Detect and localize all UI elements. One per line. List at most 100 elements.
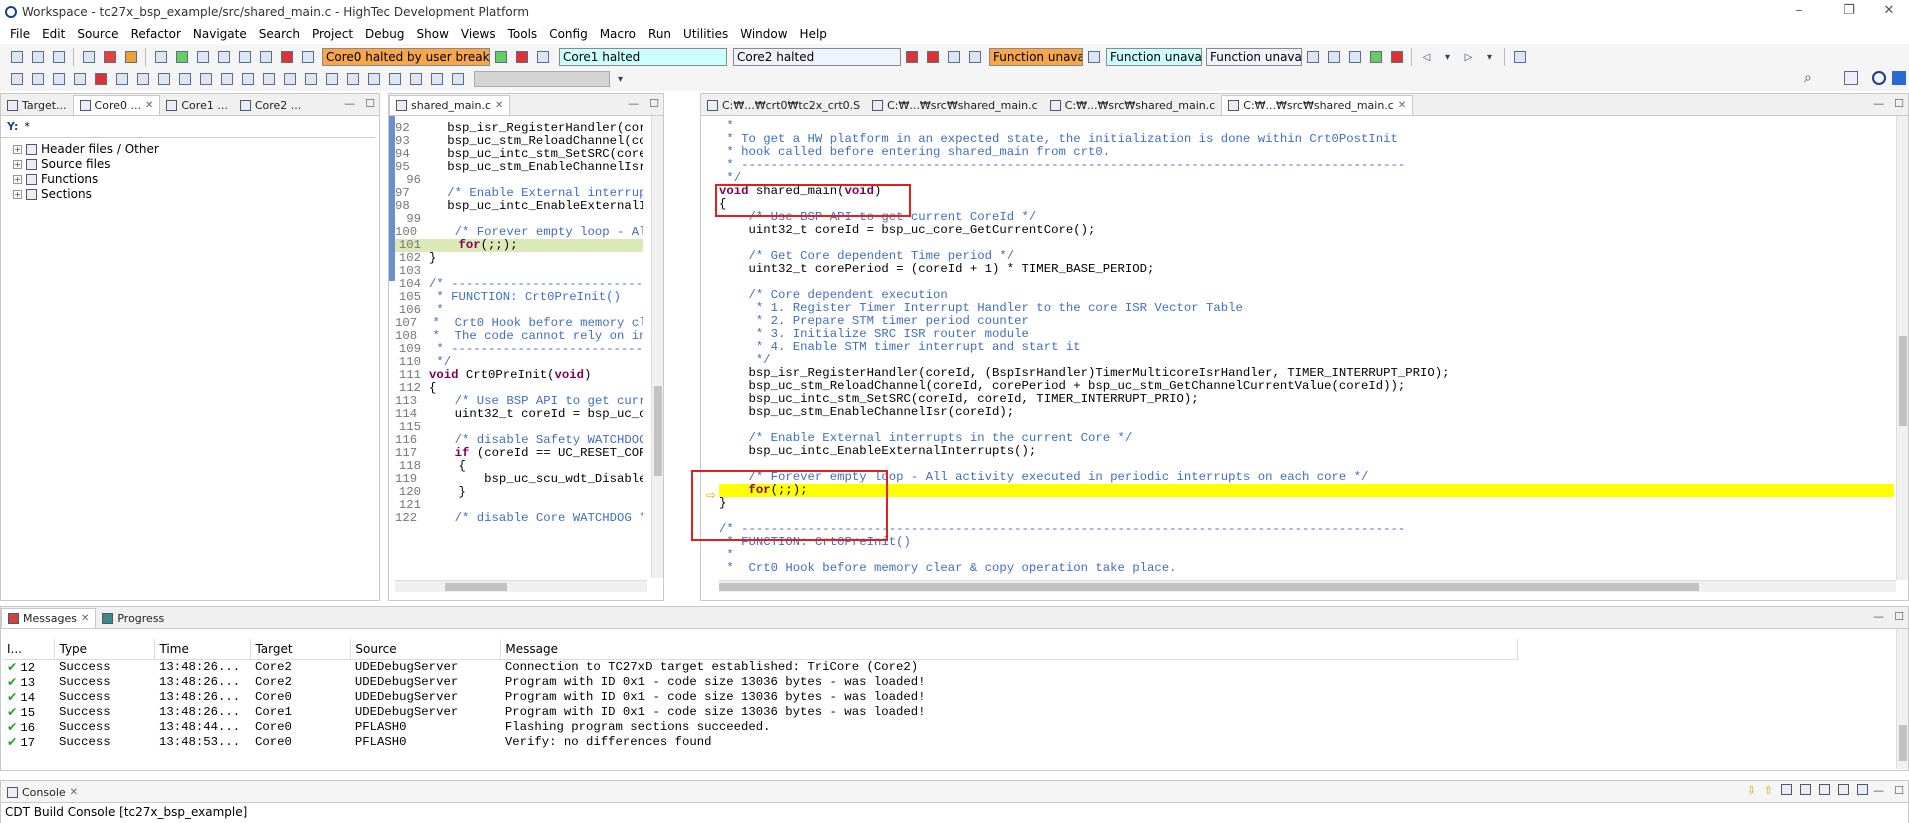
scroll-up-icon[interactable]: ⇧ [1764, 784, 1773, 797]
reset-icon[interactable] [299, 49, 316, 65]
minimize-view-icon[interactable]: — [1873, 784, 1884, 797]
search-icon[interactable]: ⌕ [1804, 70, 1812, 86]
expand-icon[interactable]: + [13, 160, 22, 169]
menu-views[interactable]: Views [455, 24, 502, 44]
expand-icon[interactable]: + [13, 175, 22, 184]
minimize-view-icon[interactable]: — [344, 97, 355, 110]
build-icon[interactable] [80, 49, 97, 65]
tool-icon-5[interactable] [92, 71, 109, 87]
tab-core1[interactable]: Core1 ... [160, 95, 233, 115]
menu-file[interactable]: File [4, 24, 36, 44]
table-row[interactable]: ✔ 17 Success 13:48:53... Core0 PFLASH0 Verify:… [3, 735, 1518, 750]
link-icon[interactable] [1346, 49, 1363, 65]
core2-reset-icon[interactable] [966, 49, 983, 65]
column-header[interactable]: I... [3, 639, 56, 660]
tab-editor-2[interactable]: C:₩...₩src₩shared_main.c [1044, 95, 1222, 115]
connect-icon[interactable] [1367, 49, 1384, 65]
tool-icon-16[interactable] [323, 71, 340, 87]
table-row[interactable]: ✔ 15 Success 13:48:26... Core1 UDEDebugServer… [3, 705, 1518, 720]
save-all-icon[interactable] [50, 49, 67, 65]
menu-refactor[interactable]: Refactor [125, 24, 187, 44]
expand-icon[interactable]: + [13, 145, 22, 154]
resume-icon[interactable] [173, 49, 190, 65]
menu-show[interactable]: Show [411, 24, 455, 44]
tab-messages[interactable]: Messages ✕ [1, 608, 97, 628]
menu-navigate[interactable]: Navigate [187, 24, 253, 44]
open-console-icon[interactable] [1857, 784, 1868, 795]
maximize-view-icon[interactable]: ☐ [1894, 97, 1904, 110]
step-instr-icon[interactable] [257, 49, 274, 65]
minimize-button[interactable]: – [1779, 0, 1819, 24]
display-console-icon[interactable] [1838, 784, 1849, 795]
tool-icon-22[interactable] [449, 71, 466, 87]
core2-run-icon[interactable] [903, 49, 920, 65]
menu-debug[interactable]: Debug [359, 24, 410, 44]
menu-project[interactable]: Project [306, 24, 359, 44]
new-icon[interactable] [8, 49, 25, 65]
tree-item[interactable]: + Sections [13, 187, 379, 202]
column-header[interactable]: Target [250, 639, 352, 660]
maximize-view-icon[interactable]: ☐ [649, 97, 659, 110]
menu-run[interactable]: Run [642, 24, 677, 44]
stop-icon[interactable] [278, 49, 295, 65]
middle-vertical-scrollbar[interactable] [651, 116, 663, 578]
menu-macro[interactable]: Macro [594, 24, 642, 44]
menu-edit[interactable]: Edit [36, 24, 71, 44]
maximize-view-icon[interactable]: ☐ [365, 97, 375, 110]
tool-icon-12[interactable] [239, 71, 256, 87]
close-icon[interactable]: ✕ [70, 787, 78, 798]
disconnect-icon[interactable] [1388, 49, 1405, 65]
tab-core0[interactable]: Core0 ... ✕ [72, 95, 161, 115]
hightec-perspective-icon[interactable] [1872, 71, 1886, 85]
filter-icon[interactable]: Y: [7, 120, 18, 133]
tool-icon-17[interactable] [344, 71, 361, 87]
tab-shared-main[interactable]: shared_main.c ✕ [389, 95, 511, 115]
tab-target[interactable]: Target... [1, 95, 73, 115]
close-icon[interactable]: ✕ [1398, 100, 1406, 111]
core2-step-icon[interactable] [945, 49, 962, 65]
perspective-icon[interactable] [1844, 71, 1858, 85]
main-vertical-scrollbar[interactable] [1896, 116, 1908, 580]
tree-item[interactable]: + Source files [13, 157, 379, 172]
menu-help[interactable]: Help [794, 24, 833, 44]
menu-search[interactable]: Search [253, 24, 306, 44]
tool-icon-4[interactable] [71, 71, 88, 87]
step-icon[interactable] [152, 49, 169, 65]
minimize-view-icon[interactable]: — [628, 97, 639, 110]
toggle-icon[interactable] [1304, 49, 1321, 65]
forward-dropdown-icon[interactable]: ▾ [1481, 49, 1498, 65]
column-header[interactable]: Source [350, 639, 502, 660]
maximize-view-icon[interactable]: ☐ [1894, 784, 1904, 797]
table-row[interactable]: ✔ 14 Success 13:48:26... Core0 UDEDebugServer… [3, 690, 1518, 705]
tool-icon-9[interactable] [176, 71, 193, 87]
func-icon[interactable] [1085, 49, 1102, 65]
tab-console[interactable]: Console ✕ [1, 782, 84, 802]
restore-button[interactable]: ❐ [1829, 0, 1869, 24]
step-return-icon[interactable] [236, 49, 253, 65]
tab-core2[interactable]: Core2 ... [234, 95, 307, 115]
tool-icon-3[interactable] [50, 71, 67, 87]
pin-console-icon[interactable] [1819, 784, 1830, 795]
tool-icon-11[interactable] [218, 71, 235, 87]
save-icon[interactable] [29, 49, 46, 65]
open-perspective-icon[interactable] [1511, 49, 1528, 65]
back-dropdown-icon[interactable]: ▾ [1439, 49, 1456, 65]
tool-icon-21[interactable] [428, 71, 445, 87]
tree-item[interactable]: + Header files / Other [13, 142, 379, 157]
menu-source[interactable]: Source [71, 24, 124, 44]
table-row[interactable]: ✔ 16 Success 13:48:44... Core0 PFLASH0 Flashin… [3, 720, 1518, 735]
step-into-icon[interactable] [194, 49, 211, 65]
main-horizontal-scrollbar[interactable] [719, 580, 1896, 592]
pin-icon[interactable] [1325, 49, 1342, 65]
tool-icon-6[interactable] [113, 71, 130, 87]
menu-config[interactable]: Config [543, 24, 594, 44]
column-header[interactable]: Message [500, 639, 1518, 660]
run-icon[interactable] [122, 49, 139, 65]
scroll-lock-icon[interactable] [1781, 784, 1792, 795]
tab-editor-1[interactable]: C:₩...₩src₩shared_main.c [866, 95, 1044, 115]
filter-input[interactable]: * [24, 120, 30, 133]
scroll-down-icon[interactable]: ⇩ [1747, 784, 1756, 797]
menu-utilities[interactable]: Utilities [677, 24, 734, 44]
tool-icon-14[interactable] [281, 71, 298, 87]
step-over-icon[interactable] [215, 49, 232, 65]
